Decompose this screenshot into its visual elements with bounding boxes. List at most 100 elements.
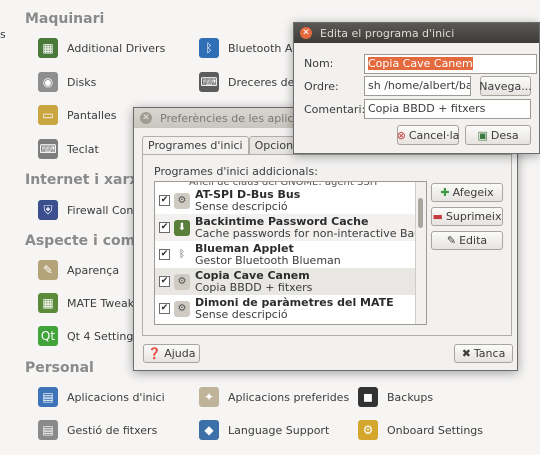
command-field[interactable]: sh /home/albert/backu [364, 76, 471, 96]
scrollbar-thumb[interactable] [418, 198, 423, 228]
close-icon[interactable]: ✕ [140, 112, 152, 124]
enable-checkbox[interactable]: ✔ [159, 276, 170, 287]
prefs-tabs: Programes d'inici Opcions [142, 136, 305, 154]
item-label: Teclat [67, 142, 99, 156]
language-icon: ◆ [199, 420, 219, 440]
item-label: Disks [67, 75, 97, 89]
cancel-label: Cancel·la [408, 128, 460, 142]
startup-list[interactable]: Anell de claus del GNOME: agent SSH ✔ ⚙ … [154, 181, 427, 325]
enable-checkbox[interactable]: ✔ [159, 303, 170, 314]
enable-checkbox[interactable]: ✔ [159, 195, 170, 206]
backup-icon: ◼ [358, 387, 378, 407]
name-value: Copia Cave Canem [368, 57, 473, 70]
section-personal: Personal [25, 360, 94, 376]
item-qt4[interactable]: Qt Qt 4 Settings [38, 323, 139, 349]
item-firewall[interactable]: ⛨ Firewall Config [38, 197, 147, 223]
item-desc: Gestor Bluetooth Blueman [195, 253, 341, 267]
cancel-button[interactable]: ⊗ Cancel·la [397, 125, 459, 145]
item-mate-tweak[interactable]: ▦ MATE Tweak [38, 290, 134, 316]
comment-field[interactable]: Copia BBDD + fitxers [364, 99, 531, 119]
tab-panel: Programes d'inici addicionals: Anell de … [142, 154, 512, 336]
list-item[interactable]: ✔ ⬇ Backintime Password Cache Cache passw… [155, 214, 426, 241]
disk-icon: ◉ [38, 72, 58, 92]
gears-icon: ⚙ [174, 273, 190, 290]
item-label: Backups [387, 390, 434, 404]
item-label: Aparença [67, 263, 120, 277]
tab-programes-inici[interactable]: Programes d'inici [142, 136, 249, 154]
edit-label: Edita [459, 234, 488, 247]
appearance-icon: ✎ [38, 260, 58, 280]
item-desc: Copia BBDD + fitxers [195, 280, 313, 294]
item-label: Gestió de fitxers [67, 423, 158, 437]
cancel-icon: ⊗ [396, 128, 406, 142]
item-label: Qt 4 Settings [67, 329, 140, 343]
item-pantalles[interactable]: ▭ Pantalles [38, 102, 117, 128]
item-bluetooth[interactable]: ᛒ Bluetooth Ada [199, 35, 306, 61]
item-label: Language Support [228, 423, 330, 437]
keyboard-icon: ⌨ [38, 139, 58, 159]
backintime-icon: ⬇ [174, 219, 190, 236]
edit-titlebar: ✕ Edita el programa d'inici [294, 23, 539, 43]
browse-button[interactable]: Navega... [479, 76, 532, 96]
item-aplicacions-inici[interactable]: ▤ Aplicacions d'inici [38, 384, 165, 410]
close-button[interactable]: ✖ Tanca [454, 344, 513, 363]
help-label: Ajuda [164, 347, 196, 360]
item-teclat[interactable]: ⌨ Teclat [38, 136, 99, 162]
close-icon[interactable]: ✕ [300, 27, 312, 39]
keyboard-shortcuts-icon: ⌨ [199, 72, 219, 92]
item-desc: Cache passwords for non-interactive Back… [195, 226, 426, 240]
list-item-selected[interactable]: ✔ ⚙ Copia Cave Canem Copia BBDD + fitxers [155, 268, 426, 295]
list-item[interactable]: ✔ ⚙ Dimoni de paràmetres del MATE Sense d… [155, 295, 426, 322]
shield-icon: ⛨ [38, 200, 58, 220]
edit-startup-dialog: ✕ Edita el programa d'inici Nom: Copia C… [293, 22, 540, 154]
plus-icon: ✚ [440, 186, 450, 199]
item-language-support[interactable]: ◆ Language Support [199, 417, 329, 443]
add-label: Afegeix [452, 186, 494, 199]
preferred-apps-icon: ✦ [199, 387, 219, 407]
item-onboard[interactable]: ⚙ Onboard Settings [358, 417, 483, 443]
pencil-icon: ✎ [446, 234, 457, 247]
name-label: Nom: [304, 57, 334, 70]
save-button[interactable]: ▣ Desa [465, 125, 531, 145]
item-label: MATE Tweak [67, 296, 135, 310]
save-icon: ▣ [477, 128, 488, 142]
item-label: Aplicacions preferides [228, 390, 350, 404]
remove-label: Suprimeix [445, 210, 502, 223]
item-desc: Sense descripció [195, 307, 288, 321]
enable-checkbox[interactable]: ✔ [159, 249, 170, 260]
close-label: Tanca [473, 347, 506, 360]
save-label: Desa [490, 128, 519, 142]
list-scrollbar[interactable] [415, 182, 426, 324]
comment-label: Comentari: [304, 103, 366, 116]
item-label: Pantalles [67, 108, 117, 122]
item-backups[interactable]: ◼ Backups [358, 384, 433, 410]
qt-icon: Qt [38, 326, 58, 346]
help-button[interactable]: ❓ Ajuda [143, 344, 200, 363]
section-internet: Internet i xarxa [25, 172, 148, 188]
list-item[interactable]: ✔ ⚙ AT-SPI D-Bus Bus Sense descripció [155, 187, 426, 214]
add-button[interactable]: ✚ Afegeix [431, 183, 503, 202]
remove-button[interactable]: ▬ Suprimeix [431, 207, 503, 226]
display-icon: ▭ [38, 105, 58, 125]
item-aplicacions-preferides[interactable]: ✦ Aplicacions preferides [199, 384, 349, 410]
item-aparenca[interactable]: ✎ Aparença [38, 257, 119, 283]
startup-apps-icon: ▤ [38, 387, 58, 407]
list-item[interactable]: ✔ ᛒ Blueman Applet Gestor Bluetooth Bluem… [155, 241, 426, 268]
onboard-keyboard-icon: ⚙ [358, 420, 378, 440]
help-icon: ❓ [147, 347, 162, 360]
tweak-icon: ▦ [38, 293, 58, 313]
edit-title: Edita el programa d'inici [320, 26, 455, 40]
file-manager-icon: ▤ [38, 420, 58, 440]
name-field[interactable]: Copia Cave Canem [364, 54, 537, 74]
chip-icon: ▦ [38, 38, 58, 58]
enable-checkbox[interactable]: ✔ [159, 222, 170, 233]
item-gestio-fitxers[interactable]: ▤ Gestió de fitxers [38, 417, 157, 443]
command-label: Ordre: [304, 80, 339, 93]
item-disks[interactable]: ◉ Disks [38, 69, 96, 95]
item-additional-drivers[interactable]: ▦ Additional Drivers [38, 35, 165, 61]
minus-icon: ▬ [432, 210, 443, 223]
left-edge-fragment: s [0, 28, 6, 41]
section-maquinari: Maquinari [25, 11, 105, 27]
edit-button[interactable]: ✎ Edita [431, 231, 503, 250]
item-label: Additional Drivers [67, 41, 166, 55]
